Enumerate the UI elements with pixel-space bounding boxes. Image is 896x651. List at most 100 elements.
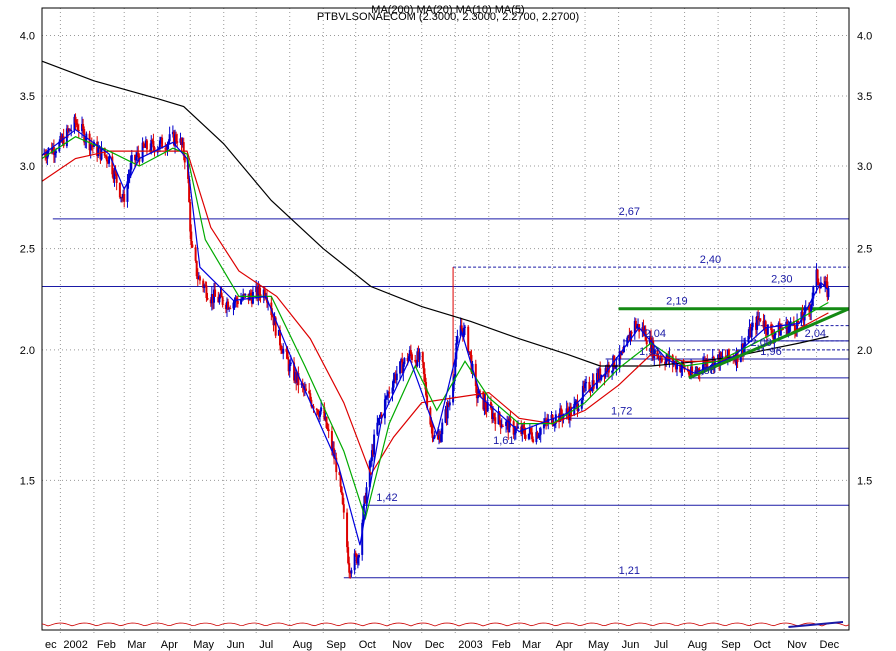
candle-body xyxy=(797,320,800,323)
x-tick-label: Apr xyxy=(556,639,573,651)
candle-body xyxy=(229,308,232,310)
chart-title: PTBVLSONAECOM (2.3000, 2.3000, 2.2700, 2… xyxy=(317,11,579,23)
candle-body xyxy=(145,140,148,150)
candle-body xyxy=(282,348,285,354)
y-tick-label-left: 4.0 xyxy=(20,30,35,42)
y-tick-label-right: 2.0 xyxy=(857,345,872,357)
level-label: 1,61 xyxy=(493,435,514,447)
candle-body xyxy=(494,417,497,425)
candle-body xyxy=(350,570,353,574)
candle-body xyxy=(214,289,217,297)
x-tick-label: Jun xyxy=(622,639,640,651)
candle-body xyxy=(751,322,754,328)
candle-body xyxy=(357,554,360,558)
candle-body xyxy=(373,434,376,455)
y-tick-label-right: 4.0 xyxy=(857,30,872,42)
x-tick-label: Aug xyxy=(688,639,708,651)
x-tick-label: Feb xyxy=(492,639,511,651)
level-label: 1,42 xyxy=(376,492,397,504)
x-tick-label: Nov xyxy=(392,639,412,651)
candle-body xyxy=(236,300,239,305)
candle-body xyxy=(421,352,424,363)
x-tick-label: Oct xyxy=(754,639,771,651)
candle-body xyxy=(744,342,747,345)
candle-body xyxy=(395,373,398,381)
candle-body xyxy=(388,392,391,394)
candle-body xyxy=(410,354,413,361)
x-tick-label: 2002 xyxy=(63,639,87,651)
candle-body xyxy=(123,193,126,202)
candle-body xyxy=(660,358,663,362)
level-label: 2,04 xyxy=(805,328,826,340)
candle-body xyxy=(433,434,436,438)
y-tick-label-left: 1.5 xyxy=(20,475,35,487)
x-tick-label: Jul xyxy=(654,639,668,651)
candle-body xyxy=(532,439,535,443)
y-tick-label-right: 3.5 xyxy=(857,91,872,103)
candle-body xyxy=(198,276,201,281)
x-tick-label: Mar xyxy=(522,639,541,651)
candle-body xyxy=(441,422,444,435)
x-tick-label: Oct xyxy=(359,639,376,651)
y-tick-label-right: 2.5 xyxy=(857,244,872,256)
y-tick-label-left: 2.0 xyxy=(20,345,35,357)
candle-body xyxy=(501,425,504,427)
x-tick-label: Mar xyxy=(127,639,146,651)
candle-body xyxy=(97,148,100,157)
candle-body xyxy=(431,425,434,438)
candle-body xyxy=(115,173,118,183)
candle-body xyxy=(221,297,224,305)
candle-body xyxy=(577,408,580,411)
x-tick-label: Feb xyxy=(97,639,116,651)
candle-body xyxy=(168,134,171,142)
candle-body xyxy=(759,318,762,321)
candle-body xyxy=(418,352,421,360)
candle-body xyxy=(70,130,73,132)
level-label: 2,04 xyxy=(645,328,666,340)
x-tick-label: Dec xyxy=(425,639,445,651)
x-tick-label: Dec xyxy=(820,639,840,651)
candle-body xyxy=(456,335,459,343)
candle-body xyxy=(320,407,323,412)
candle-body xyxy=(55,151,58,154)
level-label: 2,67 xyxy=(619,206,640,218)
x-tick-label: May xyxy=(588,639,609,651)
x-tick-label: Sep xyxy=(326,639,346,651)
x-tick-label: Sep xyxy=(721,639,741,651)
y-tick-label-left: 2.5 xyxy=(20,244,35,256)
candle-body xyxy=(463,326,466,328)
x-tick-label: Jul xyxy=(259,639,273,651)
level-label: 2,19 xyxy=(666,296,687,308)
level-label: 1,21 xyxy=(619,565,640,577)
candle-body xyxy=(539,428,542,435)
candle-body xyxy=(206,298,209,300)
candle-body xyxy=(342,504,345,513)
x-tick-label: May xyxy=(193,639,214,651)
candle-body xyxy=(403,357,406,365)
candle-body xyxy=(766,324,769,335)
candle-body xyxy=(191,244,194,248)
level-label: 1,72 xyxy=(611,405,632,417)
level-label: 2,30 xyxy=(771,273,792,285)
y-tick-label-right: 1.5 xyxy=(857,475,872,487)
candle-body xyxy=(460,325,463,329)
candle-body xyxy=(327,429,330,432)
x-tick-label: Apr xyxy=(161,639,178,651)
y-tick-label-right: 3.0 xyxy=(857,161,872,173)
candle-body xyxy=(244,293,247,295)
level-label: 1,96 xyxy=(639,346,660,358)
candle-body xyxy=(289,362,292,365)
x-tick-label: Nov xyxy=(787,639,807,651)
x-tick-label: ec xyxy=(45,639,57,651)
level-label: 2,40 xyxy=(700,254,721,266)
x-tick-label: 2003 xyxy=(458,639,482,651)
level-label: 1,96 xyxy=(760,346,781,358)
x-tick-label: Aug xyxy=(293,639,313,651)
level-label: 1,88 xyxy=(694,365,715,377)
candle-body xyxy=(585,381,588,384)
candle-body xyxy=(509,418,512,422)
y-tick-label-left: 3.5 xyxy=(20,91,35,103)
candle-body xyxy=(516,426,519,428)
candle-body xyxy=(194,247,197,261)
candle-body xyxy=(176,141,179,143)
